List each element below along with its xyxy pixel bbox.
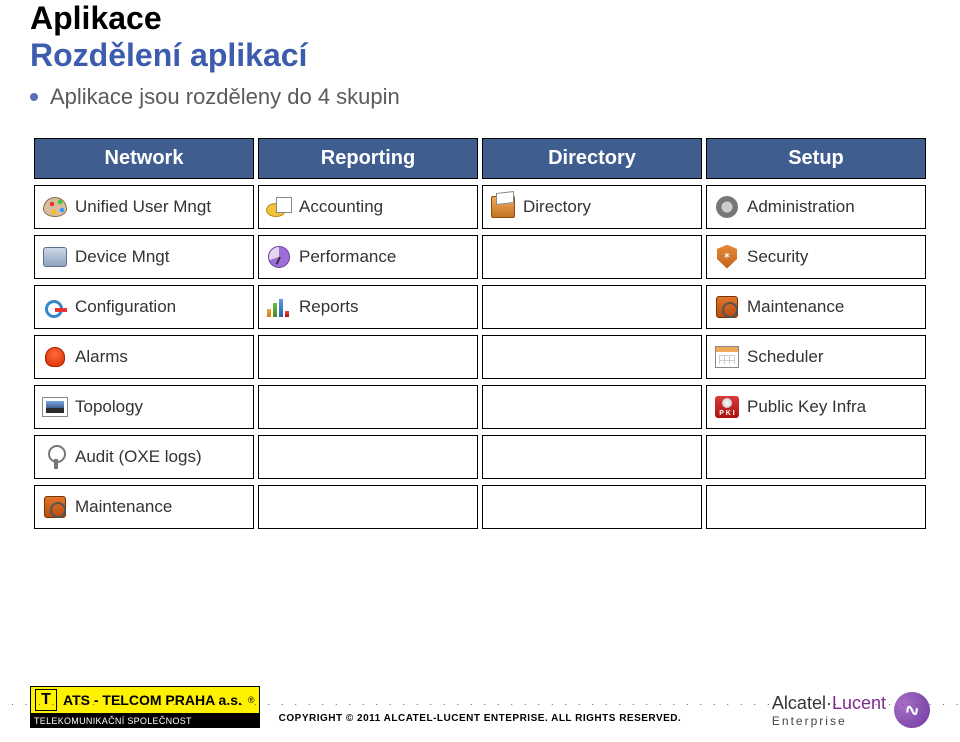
safe-icon: [41, 493, 69, 521]
cell-label: Maintenance: [747, 297, 844, 317]
footer-center: · · · · · · · · · · · · · · · · · · · · …: [0, 700, 960, 724]
clock-icon: [265, 243, 293, 271]
col-header-setup: Setup: [706, 138, 926, 179]
table-row: Unified User Mngt Accounting Directory A…: [34, 185, 926, 229]
cell-label: Performance: [299, 247, 396, 267]
palette-icon: [41, 193, 69, 221]
alarm-icon: [41, 343, 69, 371]
table-row: Audit (OXE logs): [34, 435, 926, 479]
table-row: Maintenance: [34, 485, 926, 529]
cell-label: Directory: [523, 197, 591, 217]
cell-label: Security: [747, 247, 808, 267]
cell-label: Topology: [75, 397, 143, 417]
safe-icon: [713, 293, 741, 321]
gear-icon: [713, 193, 741, 221]
copyright-text: COPYRIGHT © 2011 ALCATEL-LUCENT ENTEPRIS…: [0, 713, 960, 724]
dotted-divider: · · · · · · · · · · · · · · · · · · · · …: [0, 700, 960, 709]
cell-label: Maintenance: [75, 497, 172, 517]
bullet-text: Aplikace jsou rozděleny do 4 skupin: [50, 84, 400, 110]
col-header-directory: Directory: [482, 138, 702, 179]
table-row: Configuration Reports Maintenance: [34, 285, 926, 329]
photo-icon: [41, 393, 69, 421]
microscope-icon: [41, 443, 69, 471]
col-header-reporting: Reporting: [258, 138, 478, 179]
keys-icon: [41, 293, 69, 321]
phone-icon: [41, 243, 69, 271]
table-row: Alarms Scheduler: [34, 335, 926, 379]
box-icon: [489, 193, 517, 221]
cell-label: Unified User Mngt: [75, 197, 211, 217]
cell-label: Accounting: [299, 197, 383, 217]
coins-icon: [265, 193, 293, 221]
cell-label: Audit (OXE logs): [75, 447, 202, 467]
cell-label: Public Key Infra: [747, 397, 866, 417]
cell-label: Scheduler: [747, 347, 824, 367]
cell-label: Alarms: [75, 347, 128, 367]
app-groups-table: Network Reporting Directory Setup Unifie…: [30, 132, 930, 535]
bullet-dot-icon: [30, 93, 38, 101]
cell-label: Device Mngt: [75, 247, 169, 267]
cell-label: Reports: [299, 297, 359, 317]
col-header-network: Network: [34, 138, 254, 179]
table-row: Topology P K I Public Key Infra: [34, 385, 926, 429]
bullet-item: Aplikace jsou rozděleny do 4 skupin: [30, 84, 930, 110]
shield-icon: [713, 243, 741, 271]
page-title: Aplikace: [30, 0, 930, 37]
pki-icon: P K I: [713, 393, 741, 421]
table-row: Device Mngt Performance Security: [34, 235, 926, 279]
page-subtitle: Rozdělení aplikací: [30, 37, 930, 74]
bar-chart-icon: [265, 293, 293, 321]
calendar-icon: [713, 343, 741, 371]
cell-label: Administration: [747, 197, 855, 217]
cell-label: Configuration: [75, 297, 176, 317]
